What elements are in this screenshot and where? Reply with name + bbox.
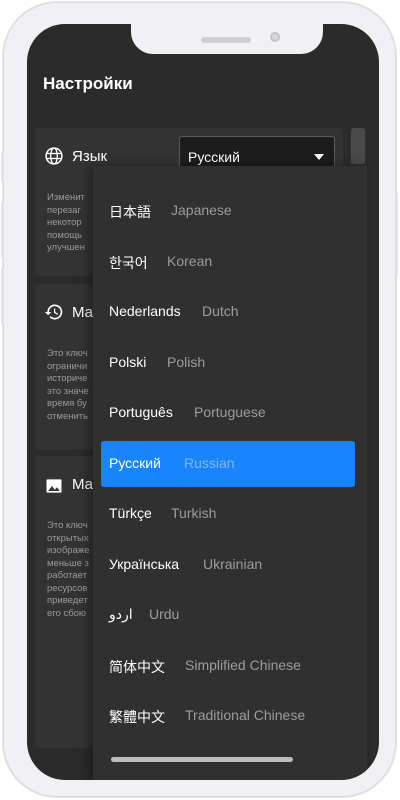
language-option-ukrainian[interactable]: Українська Ukrainian (101, 542, 355, 588)
language-option-turkish[interactable]: Türkçe Turkish (101, 491, 355, 537)
description-line: меньше з (47, 557, 89, 569)
language-english-name: Simplified Chinese (185, 657, 301, 673)
language-native-name: 繁體中文 (109, 709, 165, 725)
language-english-name: Turkish (171, 505, 217, 521)
phone-notch (131, 24, 323, 54)
description-line: улучшен (47, 242, 85, 253)
description-line: Это ключ (47, 348, 88, 359)
language-option-polish[interactable]: Polski Polish (101, 340, 355, 386)
language-option-urdu[interactable]: اردو Urdu (101, 592, 355, 638)
language-english-name: Portuguese (194, 404, 266, 420)
language-native-name: Українська (109, 556, 180, 572)
description-line: ограничи (47, 360, 88, 372)
language-english-name: Polish (167, 354, 206, 370)
language-label: Язык (72, 148, 108, 165)
language-description: Изменит перезаг некотор помощь улучшен (47, 192, 91, 255)
caret-down-icon (314, 154, 324, 160)
description-line: это значе (47, 385, 89, 397)
language-dropdown: 日本語 Japanese 한국어 Korean Nederlands Dutch… (93, 166, 367, 780)
description-line: приведет (47, 595, 88, 606)
language-option-russian[interactable]: Русский Russian (101, 441, 355, 487)
language-english-name: Traditional Chinese (185, 707, 306, 723)
language-option-dutch[interactable]: Nederlands Dutch (101, 289, 355, 335)
language-native-name: 日本語 (109, 204, 151, 220)
language-option-korean[interactable]: 한국어 Korean (101, 239, 355, 285)
language-english-name: Urdu (149, 606, 180, 622)
phone-frame: Настройки Язык Изменит перезаг некотор п… (1, 2, 398, 797)
language-native-name: Русский (109, 455, 161, 471)
images-label: Ма (72, 476, 94, 493)
language-english-name: Japanese (171, 202, 232, 218)
description-line: Изменит (47, 192, 85, 203)
home-indicator[interactable] (111, 757, 293, 762)
description-line: работает (47, 570, 87, 581)
phone-volume-down (1, 268, 4, 324)
language-english-name: Ukrainian (203, 556, 263, 572)
language-native-name: Polski (109, 354, 147, 370)
history-icon (44, 304, 63, 320)
description-line: помощь (47, 229, 83, 241)
page-title: Настройки (43, 74, 133, 93)
scrollbar-thumb[interactable] (351, 128, 365, 164)
language-english-name: Korean (167, 253, 213, 269)
globe-icon (45, 147, 63, 165)
phone-power-button (395, 192, 398, 276)
history-description: Это ключ ограничи историче это значе вре… (47, 348, 91, 423)
language-option-traditional-chinese[interactable]: 繁體中文 Traditional Chinese (101, 693, 355, 739)
description-line: историче (47, 373, 88, 384)
description-line: его сбою (47, 607, 87, 619)
app-screen: Настройки Язык Изменит перезаг некотор п… (27, 24, 379, 780)
language-native-name: 简体中文 (109, 659, 165, 675)
speaker-grille (201, 37, 251, 43)
description-line: изображе (47, 545, 90, 556)
language-native-name: 한국어 (109, 255, 148, 271)
images-description: Это ключ открытых изображе меньше з рабо… (47, 520, 91, 620)
language-option-japanese[interactable]: 日本語 Japanese (101, 188, 355, 234)
language-option-portuguese[interactable]: Português Portuguese (101, 390, 355, 436)
description-line: Это ключ (47, 520, 88, 531)
description-line: отменить (47, 410, 89, 422)
description-line: перезаг (47, 204, 81, 216)
front-camera (270, 32, 280, 42)
description-line: ресурсов (47, 582, 88, 594)
language-select-value: Русский (188, 149, 240, 165)
language-native-name: Português (109, 404, 173, 420)
phone-side-button (1, 152, 4, 182)
history-label: Ма (72, 304, 94, 321)
phone-volume-up (1, 202, 4, 258)
description-line: открытых (47, 532, 89, 544)
language-native-name: Nederlands (109, 303, 181, 319)
language-english-name: Dutch (202, 303, 239, 319)
description-line: некотор (47, 217, 82, 228)
description-line: время бу (47, 398, 87, 409)
language-english-name: Russian (184, 455, 235, 471)
language-native-name: Türkçe (109, 505, 152, 521)
language-native-name: اردو (109, 606, 133, 622)
language-option-simplified-chinese[interactable]: 简体中文 Simplified Chinese (101, 643, 355, 689)
image-icon (46, 479, 62, 493)
